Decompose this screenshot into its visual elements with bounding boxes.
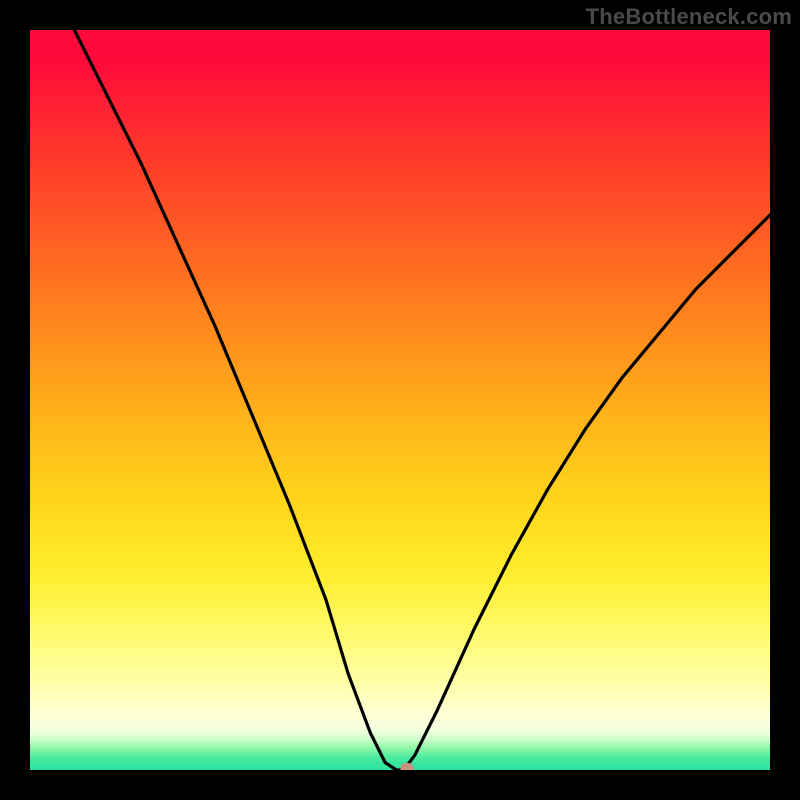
optimal-point-marker — [401, 763, 414, 770]
chart-frame: TheBottleneck.com — [0, 0, 800, 800]
plot-area — [30, 30, 770, 770]
bottleneck-curve — [30, 30, 770, 770]
watermark-text: TheBottleneck.com — [586, 4, 792, 30]
